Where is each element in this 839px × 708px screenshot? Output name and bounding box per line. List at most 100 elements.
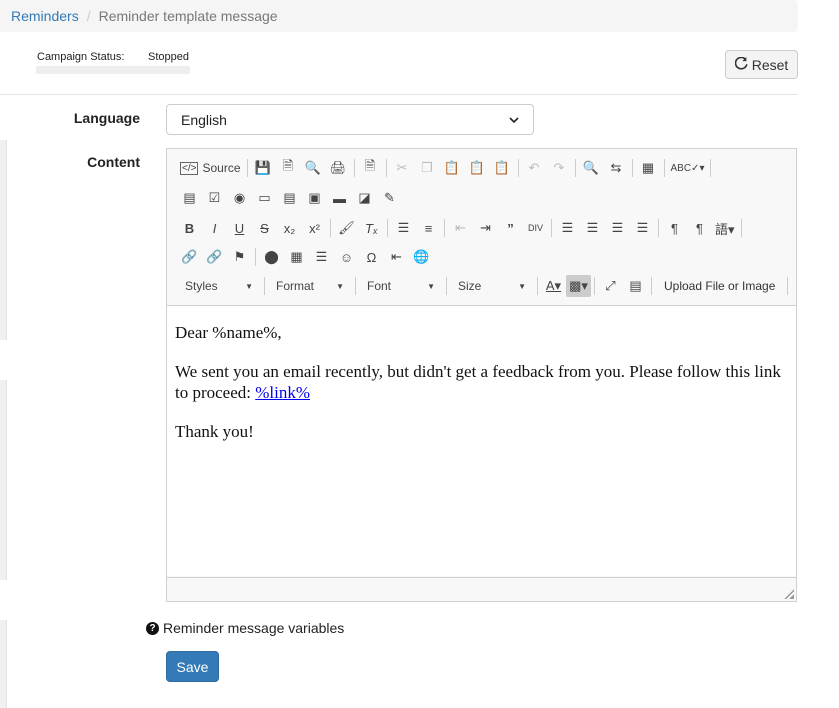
toolbar-row: Styles ▼ Format ▼ Font ▼ Size ▼ A▾ ▩▾ ⤢ (177, 273, 791, 299)
size-dropdown[interactable]: Size ▼ (450, 275, 534, 297)
toolbar-separator (444, 219, 445, 237)
new-page-icon[interactable]: 🗎 (276, 157, 301, 179)
toolbar-separator (787, 277, 789, 295)
variables-help[interactable]: ? Reminder message variables (146, 620, 344, 636)
maximize-icon[interactable]: ⤢ (598, 275, 623, 297)
chevron-down-icon (509, 112, 519, 128)
special-char-icon[interactable]: Ω (359, 246, 384, 268)
print-icon[interactable]: 🖨 (326, 157, 351, 179)
font-dropdown[interactable]: Font ▼ (359, 275, 443, 297)
smiley-icon[interactable]: ☺ (334, 246, 359, 268)
styles-dropdown[interactable]: Styles ▼ (177, 275, 261, 297)
content-link[interactable]: %link% (255, 383, 310, 402)
breadcrumb-reminders-link[interactable]: Reminders (11, 8, 79, 24)
source-button[interactable]: </> Source (177, 157, 244, 179)
language-icon[interactable]: 語▾ (712, 217, 738, 239)
superscript-icon[interactable]: x² (302, 217, 327, 239)
align-right-icon[interactable]: ☰ (605, 217, 630, 239)
unlink-icon[interactable]: 🔗 (202, 246, 227, 268)
editor-toolbar: </> Source 💾 🗎 🔍 🖨 🗎 ✂ ❐ 📋 📋 📋 ↶ ↷ 🔍 ⇆ ▦ (167, 149, 796, 306)
justify-icon[interactable]: ☰ (630, 217, 655, 239)
blockquote-icon[interactable]: ” (498, 217, 523, 239)
redo-icon[interactable]: ↷ (547, 157, 572, 179)
text-color-icon[interactable]: A▾ (541, 275, 566, 297)
flash-icon[interactable]: ⬤ (259, 246, 284, 268)
refresh-icon (734, 56, 748, 73)
select-all-icon[interactable]: ▦ (636, 157, 661, 179)
numbered-list-icon[interactable]: ☰ (391, 217, 416, 239)
rtl-icon[interactable]: ¶ (687, 217, 712, 239)
toolbar-separator (663, 159, 665, 177)
campaign-status-value: Stopped (148, 51, 189, 63)
copy-icon[interactable]: ❐ (415, 157, 440, 179)
editor-content[interactable]: Dear %name%, We sent you an email recent… (167, 306, 796, 576)
copy-format-icon[interactable]: 🖌 (334, 217, 359, 239)
outdent-icon[interactable]: ⇤ (448, 217, 473, 239)
align-center-icon[interactable]: ☰ (580, 217, 605, 239)
checkbox-icon[interactable]: ☑ (202, 187, 227, 209)
form-icon[interactable]: ▤ (177, 187, 202, 209)
indent-icon[interactable]: ⇥ (473, 217, 498, 239)
toolbar-separator (710, 159, 712, 177)
page-break-icon[interactable]: ⇤ (384, 246, 409, 268)
breadcrumb-separator: / (86, 8, 91, 24)
toolbar-separator (255, 248, 256, 266)
background-color-icon[interactable]: ▩▾ (566, 275, 591, 297)
toolbar-row: B I U S x₂ x² 🖌 Tₓ ☰ ≡ ⇤ ⇥ ” DIV ☰ ☰ ☰ ☰… (177, 215, 745, 241)
caret-down-icon: ▼ (245, 281, 253, 291)
caret-down-icon: ▼ (336, 281, 344, 291)
upload-file-button[interactable]: Upload File or Image (655, 275, 784, 297)
templates-icon[interactable]: 🗎 (358, 157, 383, 179)
editor-statusbar (167, 577, 796, 601)
anchor-flag-icon[interactable]: ⚑ (227, 246, 252, 268)
hidden-field-icon[interactable]: ✎ (377, 187, 402, 209)
language-select[interactable]: English (166, 104, 534, 135)
paste-icon[interactable]: 📋 (440, 157, 465, 179)
language-select-value: English (181, 111, 227, 128)
textarea-icon[interactable]: ▤ (277, 187, 302, 209)
toolbar-separator (353, 159, 355, 177)
reset-button[interactable]: Reset (725, 50, 798, 79)
spellcheck-icon[interactable]: ABC✓▾ (668, 157, 708, 179)
format-dropdown[interactable]: Format ▼ (268, 275, 352, 297)
bold-icon[interactable]: B (177, 217, 202, 239)
button-field-icon[interactable]: ▬ (327, 187, 352, 209)
show-blocks-icon[interactable]: ▤ (623, 275, 648, 297)
strikethrough-icon[interactable]: S (252, 217, 277, 239)
campaign-status: Campaign Status: Stopped (36, 51, 190, 74)
toolbar-separator (330, 219, 331, 237)
italic-icon[interactable]: I (202, 217, 227, 239)
paste-word-icon[interactable]: 📋 (490, 157, 515, 179)
content-closing: Thank you! (175, 422, 254, 441)
underline-icon[interactable]: U (227, 217, 252, 239)
div-container-icon[interactable]: DIV (523, 217, 548, 239)
image-button-icon[interactable]: ◪ (352, 187, 377, 209)
replace-icon[interactable]: ⇆ (604, 157, 629, 179)
remove-format-icon[interactable]: Tₓ (359, 217, 384, 239)
link-icon[interactable]: 🔗 (177, 246, 202, 268)
toolbar-separator (594, 277, 595, 295)
toolbar-row: ▤ ☑ ◉ ▭ ▤ ▣ ▬ ◪ ✎ (177, 185, 402, 211)
subscript-icon[interactable]: x₂ (277, 217, 302, 239)
align-left-icon[interactable]: ☰ (555, 217, 580, 239)
save-button[interactable]: Save (166, 651, 219, 682)
preview-icon[interactable]: 🔍 (301, 157, 326, 179)
table-icon[interactable]: ▦ (284, 246, 309, 268)
iframe-globe-icon[interactable]: 🌐 (409, 246, 434, 268)
horizontal-rule-icon[interactable]: ☰ (309, 246, 334, 268)
divider (0, 94, 798, 95)
find-icon[interactable]: 🔍 (579, 157, 604, 179)
toolbar-separator (551, 219, 552, 237)
select-field-icon[interactable]: ▣ (302, 187, 327, 209)
radio-icon[interactable]: ◉ (227, 187, 252, 209)
textfield-icon[interactable]: ▭ (252, 187, 277, 209)
save-icon[interactable]: 💾 (251, 157, 276, 179)
bulleted-list-icon[interactable]: ≡ (416, 217, 441, 239)
resize-handle-icon[interactable] (784, 589, 794, 599)
paste-text-icon[interactable]: 📋 (465, 157, 490, 179)
cut-icon[interactable]: ✂ (390, 157, 415, 179)
source-button-label: Source (202, 161, 241, 175)
undo-icon[interactable]: ↶ (522, 157, 547, 179)
ltr-icon[interactable]: ¶ (662, 217, 687, 239)
format-dropdown-label: Format (276, 279, 315, 293)
